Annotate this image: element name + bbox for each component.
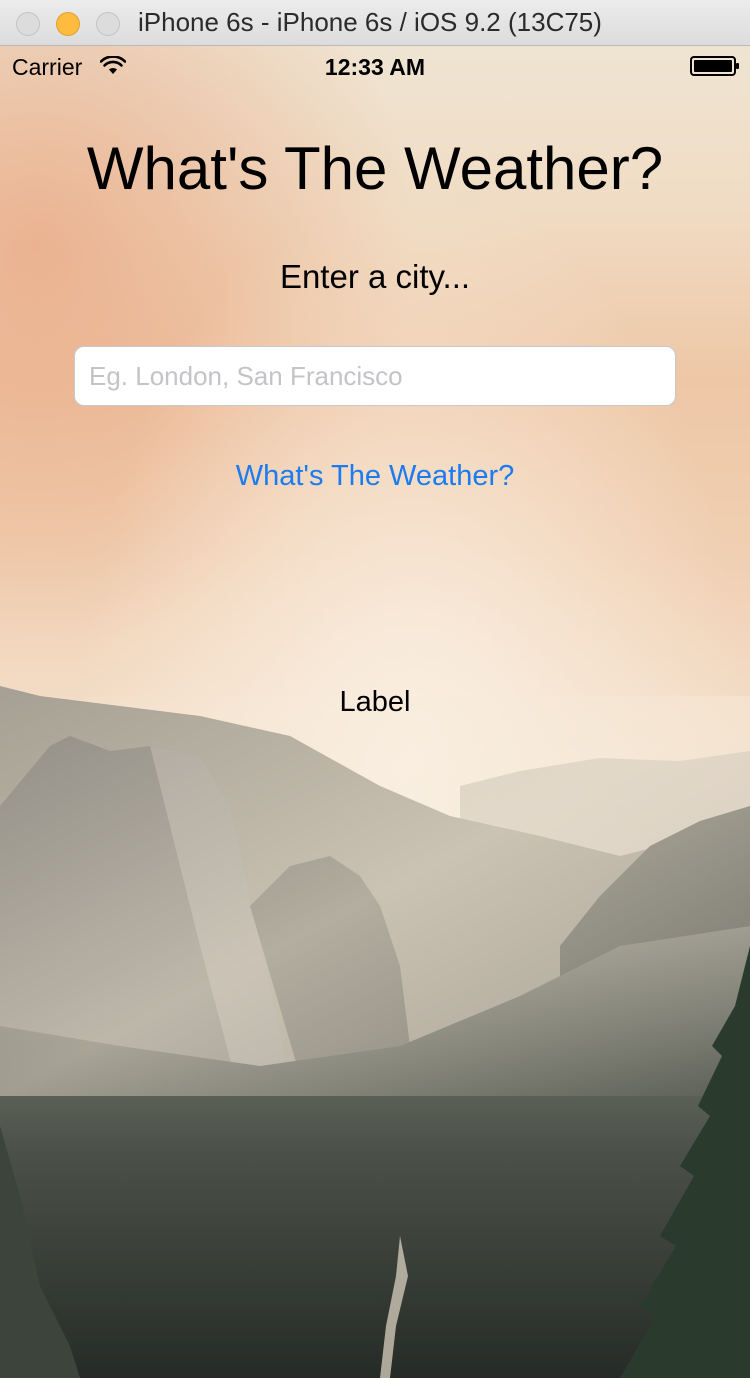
minimize-window-button[interactable]: [56, 12, 80, 36]
battery-icon: [690, 56, 739, 76]
simulator-window: iPhone 6s - iPhone 6s / iOS 9.2 (13C75): [0, 0, 750, 1378]
app-title: What's The Weather?: [86, 135, 664, 202]
device-screen: Carrier 12:33 AM What's The Weather? Ent…: [0, 46, 750, 1378]
window-title: iPhone 6s - iPhone 6s / iOS 9.2 (13C75): [138, 7, 602, 37]
zoom-window-button[interactable]: [96, 12, 120, 36]
weather-result-label: Label: [339, 686, 411, 718]
close-window-button[interactable]: [16, 12, 40, 36]
status-time: 12:33 AM: [324, 54, 426, 80]
city-text-field[interactable]: [74, 346, 676, 406]
window-title-bar[interactable]: iPhone 6s - iPhone 6s / iOS 9.2 (13C75): [0, 0, 750, 46]
status-bar: Carrier 12:33 AM: [0, 46, 750, 88]
get-weather-button[interactable]: What's The Weather?: [150, 452, 600, 500]
city-prompt-label: Enter a city...: [279, 258, 471, 295]
